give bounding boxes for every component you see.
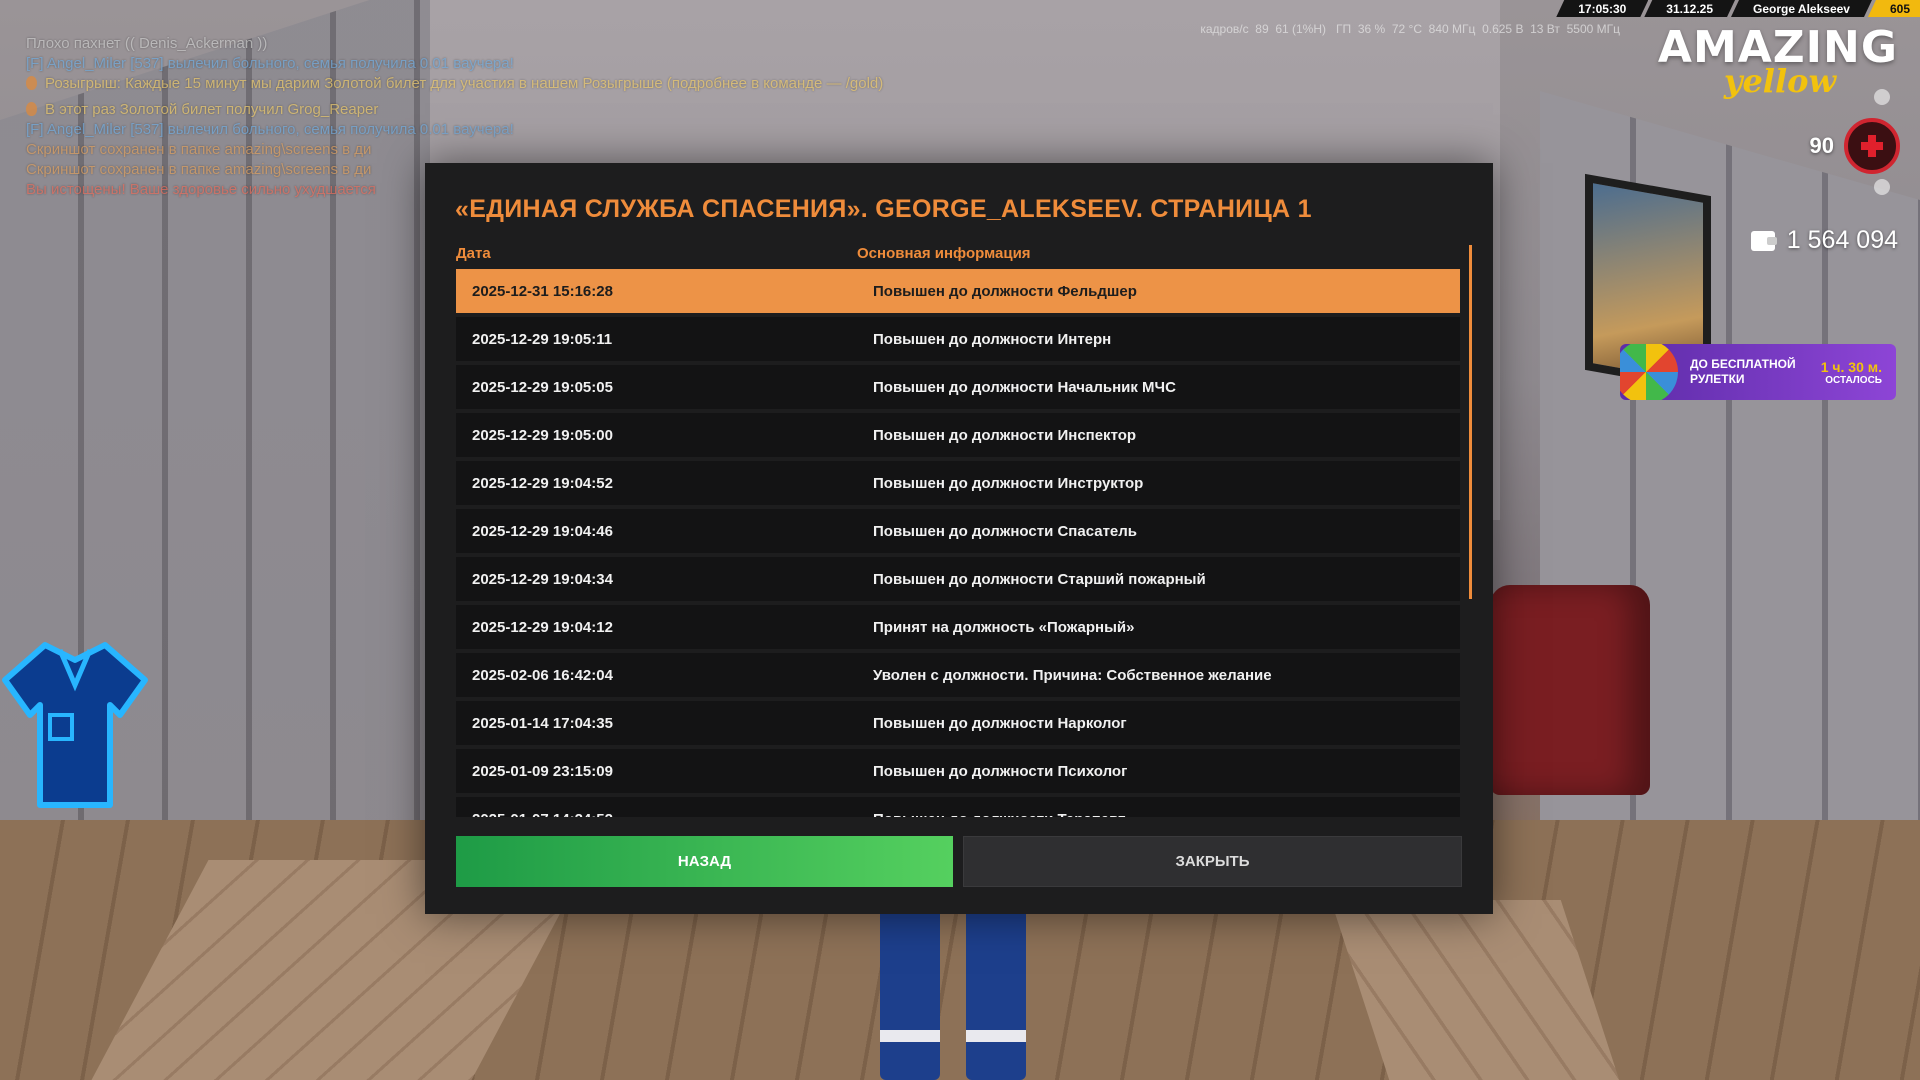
player-character-legs [880,905,1030,1080]
row-date: 2025-12-29 19:05:11 [472,330,613,348]
column-header-info: Основная информация [857,245,1031,262]
row-info: Повышен до должности Старший пожарный [873,570,1206,588]
row-date: 2025-12-29 19:04:12 [472,618,613,636]
chat-line-text: Розыгрыш: Каждые 15 минут мы дарим Золот… [45,75,884,92]
chat-line-text: Плохо пахнет (( Denis_Ackerman )) [26,35,268,52]
roulette-time-caption: ОСТАЛОСЬ [1825,374,1882,386]
roulette-label: ДО БЕСПЛАТНОЙ РУЛЕТКИ [1690,357,1796,386]
hunger-icon [1874,179,1890,195]
money-display: 1 564 094 [1750,226,1898,255]
gpu-clock: 840 МГц [1428,22,1476,36]
chat-line: Плохо пахнет (( Denis_Ackerman )) [26,34,1046,54]
table-row[interactable]: 2025-12-29 19:04:46 Повышен до должности … [456,509,1460,553]
row-info: Уволен с должности. Причина: Собственное… [873,666,1272,684]
row-info: Повышен до должности Интерн [873,330,1112,348]
table-row[interactable]: 2025-12-29 19:04:52 Повышен до должности … [456,461,1460,505]
row-info: Повышен до должности Инструктор [873,474,1144,492]
logo-sub-text: yellow [1723,62,1836,100]
table-row[interactable]: 2025-12-29 19:04:34 Повышен до должности … [456,557,1460,601]
chat-line-text: В этот раз Золотой билет получил Grog_Re… [45,101,379,118]
chat-line: Скриншот сохранен в папке amazing\screen… [26,140,1046,160]
roulette-wheel-icon [1620,344,1678,400]
table-row[interactable]: 2025-12-29 19:05:11 Повышен до должности … [456,317,1460,361]
amazing-logo: AMAZING yellow [1658,22,1898,100]
player-name: George Alekseev [1731,0,1872,17]
chat-line: [F] Angel_Miler [537] вылечил больного, … [26,120,1046,140]
row-info: Повышен до должности Спасатель [873,522,1138,540]
chat-line: [F] Angel_Miler [537] вылечил больного, … [26,54,1046,74]
chat-line: В этот раз Золотой билет получил Grog_Re… [26,100,1046,120]
service-history-dialog: «ЕДИНАЯ СЛУЖБА СПАСЕНИЯ». GEORGE_ALEKSEE… [425,163,1493,914]
table-row[interactable]: 2025-02-06 16:42:04 Уволен с должности. П… [456,653,1460,697]
row-date: 2025-01-09 23:15:09 [472,762,613,780]
chat-line-text: [F] Angel_Miler [537] вылечил больного, … [26,55,514,72]
egg-icon [26,76,37,90]
wallet-icon [1750,230,1777,251]
dialog-title: «ЕДИНАЯ СЛУЖБА СПАСЕНИЯ». GEORGE_ALEKSEE… [455,195,1312,223]
list-scrollbar[interactable] [1469,245,1472,599]
row-info: Принят на должность «Пожарный» [873,618,1135,636]
egg-icon [26,102,37,116]
roulette-time-value: 1 ч. 30 м. [1820,358,1882,375]
clock-date: 31.12.25 [1644,0,1735,17]
chat-line-text: Скриншот сохранен в папке amazing\screen… [26,141,372,158]
row-date: 2025-01-14 17:04:35 [472,714,613,732]
row-info: Повышен до должности Инспектор [873,426,1137,444]
table-row[interactable]: 2025-12-29 19:05:00 Повышен до должности … [456,413,1460,457]
row-date: 2025-12-29 19:05:00 [472,426,613,444]
row-date: 2025-12-31 15:16:28 [472,282,613,300]
shield-icon [1874,89,1890,105]
medical-bag [1490,585,1650,795]
gpu-temp: 72 °C [1391,22,1422,36]
health-indicator: 90 [1810,118,1900,174]
money-value: 1 564 094 [1786,226,1898,254]
table-row[interactable]: 2025-01-14 17:04:35 Повышен до должности … [456,701,1460,745]
column-header-date: Дата [456,245,491,262]
free-roulette-banner[interactable]: ДО БЕСПЛАТНОЙ РУЛЕТКИ 1 ч. 30 м. ОСТАЛОС… [1620,344,1896,400]
gpu-label: ГП [1336,22,1352,36]
gpu-load: 36 % [1357,22,1386,36]
row-info: Повышен до должности Фельдшер [873,282,1137,300]
table-row[interactable]: 2025-12-29 19:05:05 Повышен до должности … [456,365,1460,409]
player-leg-right [966,905,1026,1080]
history-list[interactable]: 2025-12-31 15:16:28 Повышен до должности … [456,269,1460,817]
top-status-bar: 17:05:30 31.12.25 George Alekseev 605 [1560,0,1920,17]
ping-value: 605 [1867,0,1920,17]
health-value: 90 [1809,133,1834,158]
table-row[interactable]: 2025-12-31 15:16:28 Повышен до должности … [456,269,1460,313]
roulette-timer: 1 ч. 30 м. ОСТАЛОСЬ [1821,359,1882,386]
uniform-shirt-icon[interactable] [0,640,150,810]
fps-value: 89 [1255,22,1269,36]
player-leg-left [880,905,940,1080]
row-date: 2025-12-29 19:05:05 [472,378,613,396]
health-circle [1844,118,1900,174]
row-info: Повышен до должности Терапевт [857,811,1460,818]
close-button[interactable]: ЗАКРЫТЬ [963,836,1462,887]
mem-clock: 5500 МГц [1566,22,1620,36]
gpu-power: 13 Вт [1530,22,1560,36]
row-date: 2025-12-29 19:04:46 [472,522,613,540]
clock-time: 17:05:30 [1556,0,1648,17]
table-row[interactable]: 2025-01-07 14:24:52Повышен до должности … [456,797,1460,817]
table-row[interactable]: 2025-12-29 19:04:12 Принят на должность «… [456,605,1460,649]
performance-overlay: кадров/с 89 61 (1%H) ГП 36 % 72 °C 840 М… [1200,22,1620,36]
row-date: 2025-12-29 19:04:34 [472,570,613,588]
row-date: 2025-12-29 19:04:52 [472,474,613,492]
row-info: Повышен до должности Психолог [873,762,1128,780]
fps-label: кадров/с [1200,22,1249,36]
medical-cross-icon [1861,135,1883,157]
row-info: Повышен до должности Нарколог [873,714,1127,732]
chat-line: Розыгрыш: Каждые 15 минут мы дарим Золот… [26,74,1046,94]
chat-line-text: Вы истощены! Ваше здоровье сильно ухудша… [26,181,376,198]
chat-line-text: Скриншот сохранен в папке amazing\screen… [26,161,372,178]
row-date: 2025-01-07 14:24:52 [456,811,857,818]
chat-line-text: [F] Angel_Miler [537] вылечил больного, … [26,121,514,138]
table-row[interactable]: 2025-01-09 23:15:09 Повышен до должности … [456,749,1460,793]
row-info: Повышен до должности Начальник МЧС [873,378,1176,396]
fps-low-value: 61 (1%H) [1275,22,1326,36]
back-button[interactable]: НАЗАД [456,836,953,887]
gpu-voltage: 0.625 В [1482,22,1524,36]
row-date: 2025-02-06 16:42:04 [472,666,613,684]
